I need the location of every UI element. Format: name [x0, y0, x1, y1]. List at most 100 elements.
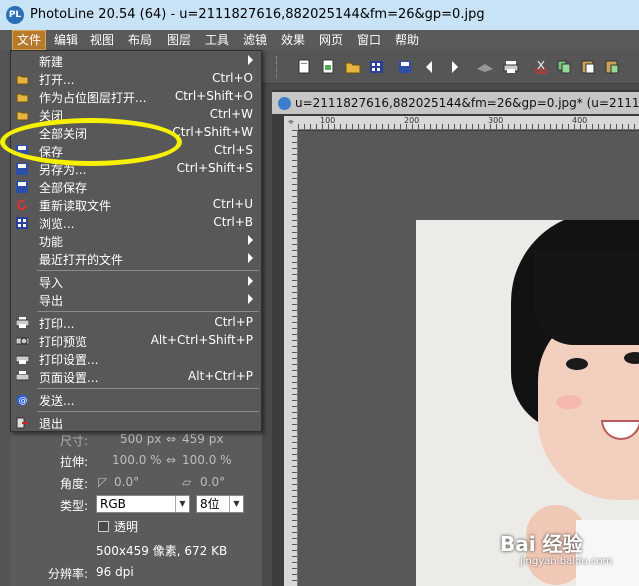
browse-icon[interactable]: [368, 58, 385, 75]
bit-depth-value: 8位: [200, 497, 220, 511]
menu-item-print[interactable]: 打印... Ctrl+P: [11, 314, 261, 332]
menu-window[interactable]: 窗口: [353, 30, 385, 50]
folder-icon: [15, 108, 29, 122]
stretch-width: 100.0 %: [112, 453, 162, 467]
menu-item-functions[interactable]: 功能: [11, 232, 261, 250]
menu-layout[interactable]: 布局: [124, 30, 156, 50]
menu-item-send[interactable]: @ 发送...: [11, 391, 261, 409]
folder-icon: [15, 90, 29, 104]
print-settings-icon: [15, 352, 29, 366]
menu-item-page-setup[interactable]: 页面设置... Alt+Ctrl+P: [11, 368, 261, 386]
menu-bar: 文件 编辑 视图 布局 图层 工具 滤镜 效果 网页 窗口 帮助: [0, 30, 639, 50]
photo-shirt: [576, 520, 639, 586]
type-label: 类型:: [59, 499, 88, 513]
floppy-icon: [15, 180, 29, 194]
link-icon: ⇔: [166, 453, 177, 467]
new-doc-icon[interactable]: [296, 58, 313, 75]
menu-item-save-as[interactable]: 另存为... Ctrl+Shift+S: [11, 160, 261, 178]
menu-item-print-preview[interactable]: 打印预览 Alt+Ctrl+Shift+P: [11, 332, 261, 350]
reload-icon: [15, 198, 29, 212]
menu-file[interactable]: 文件: [12, 30, 47, 50]
stretch-label: 拉伸:: [59, 455, 88, 469]
svg-text:@: @: [19, 396, 28, 406]
menu-item-save-all[interactable]: 全部保存: [11, 178, 261, 196]
menu-item-reload[interactable]: 重新读取文件 Ctrl+U: [11, 196, 261, 214]
width-value: 500 px: [120, 432, 162, 446]
arrow-left-icon[interactable]: [420, 58, 437, 75]
ruler-label: 200: [404, 116, 420, 125]
paste-icon[interactable]: [580, 58, 597, 75]
menu-item-export[interactable]: 导出: [11, 291, 261, 309]
angle-value-1: 0.0°: [114, 475, 140, 489]
photo-eye: [624, 352, 639, 364]
submenu-arrow-icon: [248, 253, 253, 263]
toolbar: [262, 50, 639, 84]
menu-item-close[interactable]: 关闭 Ctrl+W: [11, 106, 261, 124]
menu-tools[interactable]: 工具: [201, 30, 233, 50]
printer-icon[interactable]: [502, 58, 519, 75]
menu-filter[interactable]: 滤镜: [239, 30, 271, 50]
title-bar: PL PhotoLine 20.54 (64) - u=2111827616,8…: [0, 0, 639, 30]
ruler-label: 100: [320, 116, 336, 125]
menu-item-recent-files[interactable]: 最近打开的文件: [11, 250, 261, 268]
document-tab[interactable]: u=2111827616,882025144&fm=26&gp=0.jpg* (…: [272, 92, 639, 114]
menu-item-save[interactable]: 保存 Ctrl+S: [11, 142, 261, 160]
app-logo-icon: PL: [6, 6, 24, 24]
exit-icon: [15, 416, 29, 430]
email-icon: @: [15, 393, 29, 407]
menu-item-close-all[interactable]: 全部关闭 Ctrl+Shift+W: [11, 124, 261, 142]
menu-item-new[interactable]: 新建: [11, 52, 261, 70]
copy-icon[interactable]: [556, 58, 573, 75]
menu-edit[interactable]: 编辑: [50, 30, 82, 50]
new-image-icon[interactable]: [320, 58, 337, 75]
arrow-right-icon[interactable]: [446, 58, 463, 75]
bit-depth-select[interactable]: 8位 ▼: [196, 495, 244, 513]
menu-web[interactable]: 网页: [315, 30, 347, 50]
floppy-icon: [15, 162, 29, 176]
menu-separator: [37, 270, 259, 271]
ruler-origin-icon[interactable]: ⌖: [284, 116, 298, 130]
ruler-label: 300: [488, 116, 504, 125]
cut-icon[interactable]: [532, 58, 549, 75]
menu-view[interactable]: 视图: [86, 30, 118, 50]
ruler-left[interactable]: [284, 130, 298, 586]
menu-layer[interactable]: 图层: [163, 30, 195, 50]
transparent-checkbox[interactable]: [98, 521, 109, 532]
menu-separator: [37, 388, 259, 389]
resolution-label: 分辨率:: [47, 567, 88, 581]
color-mode-select[interactable]: RGB ▼: [96, 495, 190, 513]
link-icon: ⇔: [166, 432, 177, 446]
menu-item-open[interactable]: 打开... Ctrl+O: [11, 70, 261, 88]
height-value: 459 px: [182, 432, 224, 446]
document-tab-title: u=2111827616,882025144&fm=26&gp=0.jpg* (…: [295, 96, 639, 110]
paste-special-icon[interactable]: [604, 58, 621, 75]
color-mode-value: RGB: [100, 497, 126, 511]
menu-item-import[interactable]: 导入: [11, 273, 261, 291]
ruler-label: 400: [572, 116, 588, 125]
menu-effects[interactable]: 效果: [277, 30, 309, 50]
menu-item-print-settings[interactable]: 打印设置...: [11, 350, 261, 368]
menu-item-exit[interactable]: 退出: [11, 414, 261, 432]
menu-help[interactable]: 帮助: [391, 30, 423, 50]
submenu-arrow-icon: [248, 235, 253, 245]
window-title: PhotoLine 20.54 (64) - u=2111827616,8820…: [30, 7, 485, 22]
image-info: 500x459 像素, 672 KB: [96, 544, 228, 558]
photo-cheek: [556, 395, 582, 409]
scanner-icon[interactable]: [476, 58, 493, 75]
save-icon[interactable]: [396, 58, 413, 75]
page-setup-icon: [15, 370, 29, 384]
chevron-down-icon: ▼: [175, 496, 189, 512]
transparent-label: 透明: [114, 520, 139, 534]
browse-icon: [15, 216, 29, 230]
menu-item-open-as-placeholder[interactable]: 作为占位图层打开... Ctrl+Shift+O: [11, 88, 261, 106]
document-icon: [278, 97, 291, 110]
watermark-logo: Bai 经验: [500, 532, 583, 556]
submenu-arrow-icon: [248, 276, 253, 286]
ruler-top[interactable]: 100 200 300 400: [298, 116, 639, 130]
folder-open-icon: [15, 72, 29, 86]
file-menu-dropdown: 新建 打开... Ctrl+O 作为占位图层打开... Ctrl+Shift+O…: [10, 50, 262, 432]
menu-item-browse[interactable]: 浏览... Ctrl+B: [11, 214, 261, 232]
open-folder-icon[interactable]: [344, 58, 361, 75]
photo-bangs: [534, 250, 639, 345]
print-preview-icon: [15, 334, 29, 348]
